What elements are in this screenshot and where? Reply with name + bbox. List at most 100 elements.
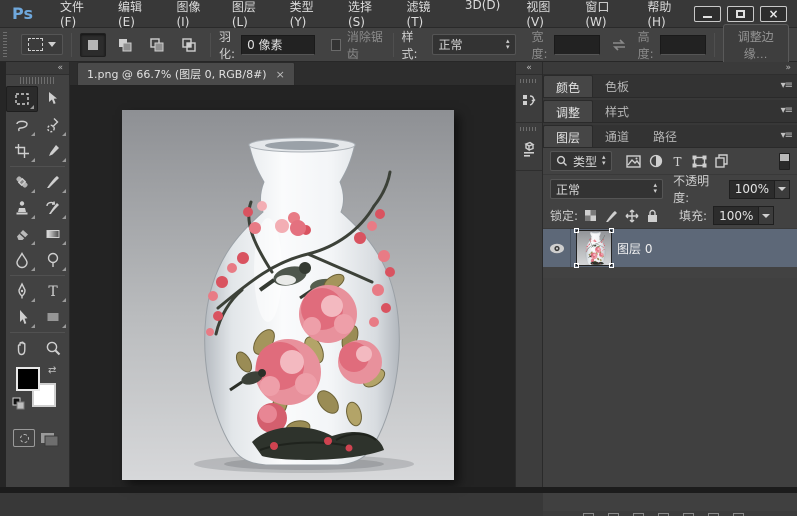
options-bar-grip[interactable] [3, 32, 7, 58]
filter-shape-layers-icon[interactable] [692, 155, 707, 168]
lock-position-icon[interactable] [625, 209, 639, 223]
layer-filtering-toggle[interactable] [779, 153, 790, 170]
tool-preset-picker[interactable] [21, 34, 63, 55]
tool-flyout-corner [31, 132, 35, 136]
refine-edge-button[interactable]: 调整边缘… [723, 24, 789, 66]
tab-close-icon[interactable]: × [276, 68, 285, 81]
thumbnail-selection-bracket [574, 228, 579, 233]
tool-lasso[interactable] [6, 112, 38, 138]
tab-channels[interactable]: 通道 [593, 125, 641, 147]
foreground-color-swatch[interactable] [16, 367, 40, 391]
strip-grip[interactable] [520, 127, 538, 131]
layer-visibility-cell[interactable] [543, 229, 571, 267]
layers-list-empty-area[interactable] [543, 278, 797, 516]
tool-quick-selection[interactable] [38, 112, 70, 138]
layer-thumbnail-image [577, 231, 611, 265]
panel-menu-icon[interactable]: ▾≡ [781, 80, 792, 91]
panel-menu-icon[interactable]: ▾≡ [781, 105, 792, 116]
close-button[interactable]: × [760, 6, 787, 22]
panel-dock: » 颜色 色板 ▾≡ 调整 样式 ▾≡ 图层 通道 路径 ▾≡ 类型 ▴▾ [543, 62, 797, 493]
tool-crop[interactable] [6, 138, 38, 164]
divider [10, 275, 65, 276]
document-tab[interactable]: 1.png @ 66.7% (图层 0, RGB/8#) × [77, 62, 295, 85]
layers-panel-bottom-buttons[interactable] [543, 511, 797, 516]
lock-pixels-icon[interactable] [604, 209, 618, 223]
tool-history-brush[interactable] [38, 195, 70, 221]
document-image[interactable] [122, 110, 454, 480]
minimize-button[interactable] [694, 6, 721, 22]
tool-flyout-corner [31, 324, 35, 328]
lock-all-icon[interactable] [646, 209, 659, 223]
history-panel-icon[interactable] [516, 86, 542, 116]
tool-rectangle-shape[interactable] [38, 304, 70, 330]
filter-pixel-layers-icon[interactable] [626, 155, 641, 168]
strip-collapse-button[interactable]: « [516, 62, 542, 75]
tool-eraser[interactable] [6, 221, 38, 247]
search-icon [556, 155, 568, 167]
toolbox-collapse-button[interactable]: « [6, 62, 69, 75]
tool-flyout-corner [30, 105, 34, 109]
tool-type[interactable]: T [38, 278, 70, 304]
tab-paths[interactable]: 路径 [641, 125, 689, 147]
tab-swatches[interactable]: 色板 [593, 75, 641, 97]
tool-zoom[interactable] [38, 335, 70, 361]
photoshop-logo: Ps [0, 4, 47, 23]
chevron-down-icon [775, 180, 790, 199]
strip-grip[interactable] [520, 79, 538, 83]
add-to-selection-button[interactable] [112, 33, 138, 57]
canvas-pasteboard[interactable] [70, 86, 515, 493]
subtract-from-selection-button[interactable] [144, 33, 170, 57]
tool-dodge[interactable] [38, 247, 70, 273]
tool-pen[interactable] [6, 278, 38, 304]
filter-adjustment-layers-icon[interactable] [649, 154, 663, 168]
layer-row[interactable]: 图层 0 [543, 229, 797, 267]
tool-brush[interactable] [38, 169, 70, 195]
tool-hand[interactable] [6, 335, 38, 361]
opacity-value: 100% [729, 180, 775, 199]
tool-flyout-corner [62, 298, 66, 302]
blend-mode-select[interactable]: 正常 ▴▾ [550, 179, 663, 199]
intersect-selection-button[interactable] [176, 33, 202, 57]
maximize-button[interactable] [727, 6, 754, 22]
color-panel-group: 颜色 色板 ▾≡ [543, 75, 797, 98]
fill-select[interactable]: 100% [713, 206, 774, 225]
default-colors-icon[interactable] [12, 397, 26, 411]
tab-color[interactable]: 颜色 [543, 75, 593, 97]
tool-blur[interactable] [6, 247, 38, 273]
layer-thumbnail[interactable] [577, 231, 611, 265]
swap-colors-icon[interactable]: ⇄ [48, 365, 56, 376]
dock-collapse-button[interactable]: » [543, 62, 797, 75]
tool-spot-healing-brush[interactable] [6, 169, 38, 195]
width-input[interactable] [554, 35, 600, 55]
layer-filter-type-select[interactable]: 类型 ▴▾ [550, 151, 612, 171]
screen-mode-button[interactable] [38, 429, 62, 449]
feather-input[interactable] [241, 35, 315, 55]
tool-clone-stamp[interactable] [6, 195, 38, 221]
style-select[interactable]: 正常 ▴▾ [432, 34, 515, 55]
height-input[interactable] [660, 35, 706, 55]
lock-transparency-icon[interactable] [584, 209, 597, 222]
antialias-checkbox[interactable] [331, 39, 341, 51]
panel-menu-icon[interactable]: ▾≡ [781, 130, 792, 141]
3d-panel-icon[interactable] [516, 134, 542, 164]
tool-move[interactable] [38, 86, 70, 112]
opacity-select[interactable]: 100% [729, 180, 790, 199]
tool-gradient[interactable] [38, 221, 70, 247]
fill-label: 填充: [679, 207, 707, 224]
tool-path-selection[interactable] [6, 304, 38, 330]
document-tab-title: 1.png @ 66.7% (图层 0, RGB/8#) [87, 66, 267, 82]
chevron-down-icon [48, 42, 56, 47]
filter-type-layers-icon[interactable]: T [671, 155, 684, 168]
divider [10, 166, 65, 167]
tool-eyedropper[interactable] [38, 138, 70, 164]
tool-rectangular-marquee[interactable] [6, 86, 38, 112]
quick-mask-mode-button[interactable] [13, 429, 35, 447]
tab-layers[interactable]: 图层 [543, 125, 593, 147]
new-selection-button[interactable] [80, 33, 106, 57]
tab-adjustments[interactable]: 调整 [543, 100, 593, 122]
filter-smart-objects-icon[interactable] [715, 154, 728, 168]
swap-dimensions-icon[interactable] [610, 38, 628, 52]
layer-name[interactable]: 图层 0 [617, 240, 652, 257]
tab-styles[interactable]: 样式 [593, 100, 641, 122]
toolbox-grip[interactable] [20, 77, 55, 84]
